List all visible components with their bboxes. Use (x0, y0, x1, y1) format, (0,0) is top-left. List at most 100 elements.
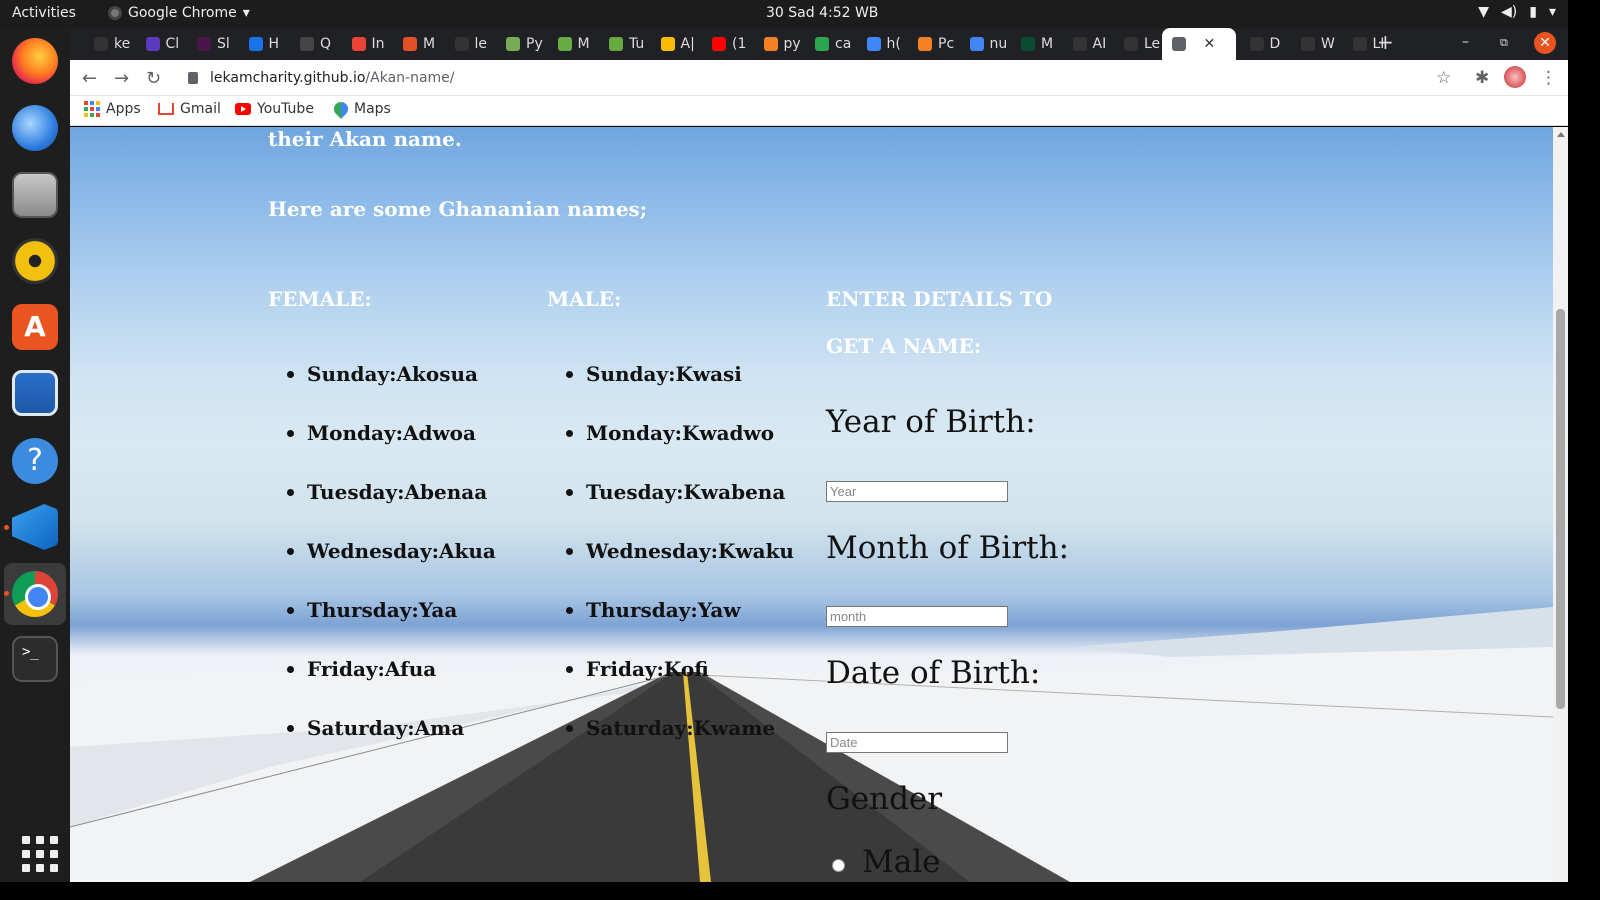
forward-button[interactable]: → (114, 68, 129, 89)
show-applications-icon[interactable] (12, 828, 58, 874)
female-names-list: Sunday:Akosua Monday:Adwoa Tuesday:Abenaa W… (287, 362, 496, 775)
new-tab-button[interactable]: + (1377, 30, 1394, 54)
restore-button[interactable]: ⧉ (1500, 36, 1508, 50)
tab-favicon-icon (609, 37, 623, 51)
tab-favicon-icon (506, 37, 520, 51)
year-label: Year of Birth: (826, 404, 1036, 440)
browser-tab[interactable]: h( (855, 32, 907, 56)
gmail-icon (158, 103, 174, 115)
bookmark-gmail[interactable]: Gmail (158, 101, 221, 117)
male-name-item: Friday:Kofi (566, 657, 794, 716)
bookmark-apps[interactable]: Apps (84, 101, 141, 117)
browser-tab[interactable]: Q (288, 32, 340, 56)
chrome-icon (108, 6, 122, 20)
browser-tab[interactable]: py (752, 32, 804, 56)
browser-tab[interactable]: Tu (597, 32, 649, 56)
tab-label: (1 (732, 36, 747, 52)
male-radio[interactable] (832, 859, 845, 872)
system-tray[interactable]: ▼ ◀) ▮ ▾ (1478, 4, 1556, 20)
tab-favicon-icon (1249, 37, 1264, 51)
extensions-icon[interactable]: ✱ (1475, 68, 1489, 88)
browser-tab[interactable]: ca (803, 32, 855, 56)
tab-favicon-icon (403, 37, 417, 51)
browser-tab[interactable]: Sl (185, 32, 237, 56)
profile-avatar[interactable] (1504, 66, 1526, 88)
browser-tab[interactable]: H (237, 32, 289, 56)
url-path: /Akan-name/ (365, 70, 455, 86)
software-store-icon[interactable]: A (12, 304, 58, 350)
male-option-label[interactable]: Male (862, 844, 940, 880)
browser-tab[interactable]: (1 (700, 32, 752, 56)
browser-tab[interactable]: W (1289, 32, 1341, 56)
browser-tab[interactable]: M (546, 32, 598, 56)
vscode-icon[interactable] (12, 504, 58, 550)
browser-tab[interactable]: Pc (906, 32, 958, 56)
date-input[interactable] (826, 732, 1008, 753)
month-input[interactable] (826, 606, 1008, 627)
close-window-button[interactable]: ✕ (1534, 32, 1556, 54)
browser-tab[interactable]: D (1238, 32, 1290, 56)
female-name-item: Sunday:Akosua (287, 362, 496, 421)
close-tab-icon[interactable]: ✕ (1204, 36, 1216, 52)
year-input[interactable] (826, 481, 1008, 502)
clock[interactable]: 30 Sad 4:52 WB (766, 5, 878, 21)
chevron-down-icon: ▾ (242, 5, 250, 21)
tab-favicon-icon (197, 37, 211, 51)
browser-tab[interactable]: M (1009, 32, 1061, 56)
tab-favicon-icon (660, 37, 675, 51)
scrollbar-thumb[interactable] (1556, 309, 1565, 709)
tab-favicon-icon (1301, 37, 1315, 51)
background-landscape (70, 607, 1553, 882)
browser-tab[interactable]: nu (958, 32, 1010, 56)
female-heading: FEMALE: (268, 287, 372, 311)
back-button[interactable]: ← (82, 68, 97, 89)
system-top-bar: Activities Google Chrome ▾ 30 Sad 4:52 W… (0, 0, 1568, 28)
bookmark-label: Apps (106, 101, 141, 117)
scroll-up-icon[interactable] (1557, 132, 1565, 137)
browser-tab[interactable]: Cl (134, 32, 186, 56)
tab-favicon-icon (1072, 37, 1087, 51)
tab-label: ke (114, 36, 131, 52)
terminal-icon[interactable]: >_ (12, 636, 58, 682)
files-icon[interactable] (12, 172, 58, 218)
intro-text: their Akan name. (268, 127, 462, 151)
browser-tab[interactable]: le (443, 32, 495, 56)
names-intro-text: Here are some Ghananian names; (268, 197, 648, 221)
tab-label: Tu (629, 36, 645, 52)
thunderbird-icon[interactable] (12, 105, 58, 151)
chrome-icon[interactable] (12, 571, 58, 617)
browser-tab[interactable]: M (391, 32, 443, 56)
browser-tab[interactable]: A| (649, 32, 701, 56)
browser-tab[interactable]: ke (82, 32, 134, 56)
bookmark-maps[interactable]: Maps (331, 99, 391, 119)
minimize-button[interactable]: – (1462, 34, 1469, 50)
reload-button[interactable]: ↻ (146, 68, 161, 89)
app-menu[interactable]: Google Chrome ▾ (108, 5, 250, 21)
address-bar[interactable]: lekamcharity.github.io/Akan-name/ (180, 64, 1470, 92)
tab-favicon-icon (918, 37, 932, 51)
browser-tab[interactable]: AI (1061, 32, 1113, 56)
menu-icon[interactable]: ⋮ (1540, 68, 1557, 88)
chevron-down-icon: ▾ (1548, 4, 1556, 20)
female-name-item: Wednesday:Akua (287, 539, 496, 598)
page-scrollbar[interactable] (1553, 127, 1568, 882)
libreoffice-writer-icon[interactable] (12, 370, 58, 416)
bookmark-star-icon[interactable]: ☆ (1436, 68, 1451, 88)
tab-favicon-icon (969, 37, 984, 51)
tab-label: AI (1092, 36, 1107, 52)
browser-tab[interactable]: In (340, 32, 392, 56)
bookmark-label: Gmail (180, 101, 221, 117)
firefox-icon[interactable] (12, 38, 58, 84)
help-icon[interactable]: ? (12, 438, 58, 484)
tab-label: M (577, 36, 590, 52)
male-name-item: Wednesday:Kwaku (566, 539, 794, 598)
tab-active[interactable]: ✕ (1161, 28, 1236, 60)
activities-button[interactable]: Activities (12, 5, 76, 21)
browser-tab[interactable]: Le (1112, 32, 1164, 56)
url-host: lekamcharity.github.io (210, 70, 366, 86)
bookmark-youtube[interactable]: YouTube (235, 101, 314, 117)
browser-tab[interactable]: Py (494, 32, 546, 56)
tab-label: Q (320, 36, 332, 52)
youtube-icon (235, 103, 251, 115)
rhythmbox-icon[interactable] (12, 238, 58, 284)
